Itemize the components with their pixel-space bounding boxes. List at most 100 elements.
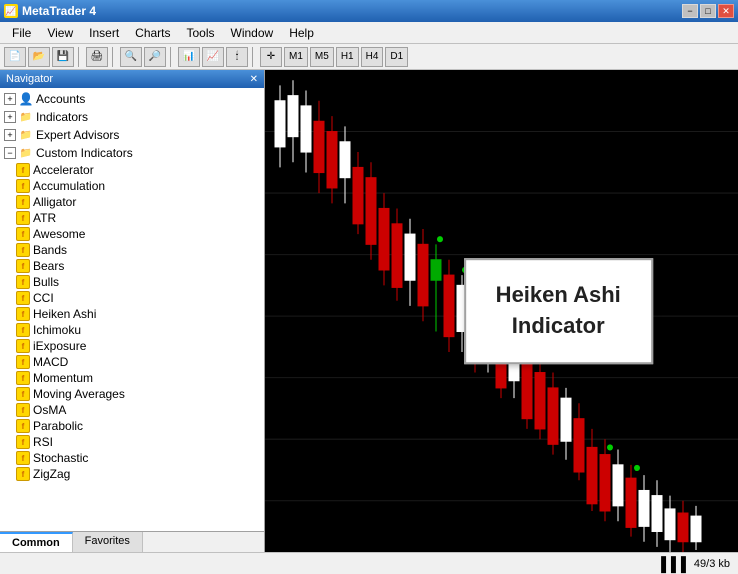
indicator-icon-accelerator: f xyxy=(16,163,30,177)
menu-view[interactable]: View xyxy=(39,24,81,42)
menu-window[interactable]: Window xyxy=(223,24,282,42)
expand-indicators[interactable]: + xyxy=(4,111,16,123)
tree-label-iexposure: iExposure xyxy=(33,339,86,353)
tree-item-macd[interactable]: f MACD xyxy=(0,354,264,370)
indicator-icon-accumulation: f xyxy=(16,179,30,193)
menu-charts[interactable]: Charts xyxy=(127,24,178,42)
tree-label-expert-advisors: Expert Advisors xyxy=(36,128,119,142)
menu-help[interactable]: Help xyxy=(281,24,322,42)
toolbar-candle[interactable]: 🕯 xyxy=(226,47,248,67)
navigator-close-button[interactable]: ✕ xyxy=(250,74,258,85)
tree-item-accelerator[interactable]: f Accelerator xyxy=(0,162,264,178)
indicator-icon-cci: f xyxy=(16,291,30,305)
toolbar-period-h1[interactable]: H1 xyxy=(336,47,359,67)
toolbar-save[interactable]: 💾 xyxy=(52,47,74,67)
indicator-icon-ichimoku: f xyxy=(16,323,30,337)
toolbar-sep2 xyxy=(112,47,116,67)
expand-expert-advisors[interactable]: + xyxy=(4,129,16,141)
tree-item-cci[interactable]: f CCI xyxy=(0,290,264,306)
toolbar-new[interactable]: 📄 xyxy=(4,47,26,67)
toolbar-zoom-in[interactable]: 🔍 xyxy=(120,47,142,67)
tree-label-rsi: RSI xyxy=(33,435,53,449)
tab-common[interactable]: Common xyxy=(0,532,73,552)
indicators-icon: 📁 xyxy=(18,109,34,125)
toolbar-crosshair[interactable]: ✛ xyxy=(260,47,282,67)
tree-item-zigzag[interactable]: f ZigZag xyxy=(0,466,264,482)
tree-item-alligator[interactable]: f Alligator xyxy=(0,194,264,210)
toolbar-zoom-out[interactable]: 🔎 xyxy=(144,47,166,67)
tree-item-stochastic[interactable]: f Stochastic xyxy=(0,450,264,466)
toolbar-chart-line[interactable]: 📈 xyxy=(202,47,224,67)
navigator-tree[interactable]: + 👤 Accounts + 📁 Indicators + 📁 Expert A… xyxy=(0,88,264,531)
indicator-icon-atr: f xyxy=(16,211,30,225)
navigator-tabs: Common Favorites xyxy=(0,531,264,552)
menu-tools[interactable]: Tools xyxy=(179,24,223,42)
tree-label-ichimoku: Ichimoku xyxy=(33,323,81,337)
maximize-button[interactable]: □ xyxy=(700,4,716,18)
status-info: 49/3 kb xyxy=(694,558,730,570)
tree-item-accumulation[interactable]: f Accumulation xyxy=(0,178,264,194)
tree-item-moving-averages[interactable]: f Moving Averages xyxy=(0,386,264,402)
tree-label-accelerator: Accelerator xyxy=(33,163,94,177)
tree-item-bands[interactable]: f Bands xyxy=(0,242,264,258)
toolbar-sep3 xyxy=(170,47,174,67)
expand-custom-indicators[interactable]: − xyxy=(4,147,16,159)
chart-label: Heiken Ashi Indicator xyxy=(464,258,653,364)
tree-item-osma[interactable]: f OsMA xyxy=(0,402,264,418)
navigator-title: Navigator xyxy=(6,73,53,85)
tree-item-iexposure[interactable]: f iExposure xyxy=(0,338,264,354)
app-title: MetaTrader 4 xyxy=(22,4,96,18)
tree-item-momentum[interactable]: f Momentum xyxy=(0,370,264,386)
toolbar-period-m5[interactable]: M5 xyxy=(310,47,334,67)
tree-item-accounts[interactable]: + 👤 Accounts xyxy=(0,90,264,108)
tree-item-bears[interactable]: f Bears xyxy=(0,258,264,274)
toolbar-period-m1[interactable]: M1 xyxy=(284,47,308,67)
tree-label-accumulation: Accumulation xyxy=(33,179,105,193)
tree-item-atr[interactable]: f ATR xyxy=(0,210,264,226)
title-bar: 📈 MetaTrader 4 − □ ✕ xyxy=(0,0,738,22)
indicator-icon-osma: f xyxy=(16,403,30,417)
menu-file[interactable]: File xyxy=(4,24,39,42)
status-chart-icon: ▐▐▐ xyxy=(656,556,686,572)
toolbar-period-h4[interactable]: H4 xyxy=(361,47,384,67)
tree-label-awesome: Awesome xyxy=(33,227,85,241)
toolbar-chart-bar[interactable]: 📊 xyxy=(178,47,200,67)
indicator-icon-stochastic: f xyxy=(16,451,30,465)
menu-insert[interactable]: Insert xyxy=(81,24,127,42)
tree-label-parabolic: Parabolic xyxy=(33,419,83,433)
tree-item-ichimoku[interactable]: f Ichimoku xyxy=(0,322,264,338)
tree-label-indicators: Indicators xyxy=(36,110,88,124)
title-bar-buttons: − □ ✕ xyxy=(682,4,734,18)
menu-bar: File View Insert Charts Tools Window Hel… xyxy=(0,22,738,44)
tree-item-bulls[interactable]: f Bulls xyxy=(0,274,264,290)
chart-label-line2: Indicator xyxy=(496,311,621,342)
tree-label-momentum: Momentum xyxy=(33,371,93,385)
tree-item-expert-advisors[interactable]: + 📁 Expert Advisors xyxy=(0,126,264,144)
toolbar-print[interactable]: 🖨 xyxy=(86,47,108,67)
indicator-icon-parabolic: f xyxy=(16,419,30,433)
tree-item-parabolic[interactable]: f Parabolic xyxy=(0,418,264,434)
main-area: Navigator ✕ + 👤 Accounts + 📁 Indicators … xyxy=(0,70,738,552)
toolbar-sep4 xyxy=(252,47,256,67)
chart-bars-icon: ▐▐▐ xyxy=(656,556,686,572)
tree-label-bands: Bands xyxy=(33,243,67,257)
chart-area[interactable]: Heiken Ashi Indicator xyxy=(265,70,738,552)
expand-accounts[interactable]: + xyxy=(4,93,16,105)
tree-label-bears: Bears xyxy=(33,259,64,273)
custom-indicators-icon: 📁 xyxy=(18,145,34,161)
chart-label-line1: Heiken Ashi xyxy=(496,280,621,311)
tree-item-rsi[interactable]: f RSI xyxy=(0,434,264,450)
toolbar-open[interactable]: 📂 xyxy=(28,47,50,67)
indicator-icon-rsi: f xyxy=(16,435,30,449)
minimize-button[interactable]: − xyxy=(682,4,698,18)
tree-item-indicators[interactable]: + 📁 Indicators xyxy=(0,108,264,126)
tree-item-awesome[interactable]: f Awesome xyxy=(0,226,264,242)
tree-item-custom-indicators[interactable]: − 📁 Custom Indicators xyxy=(0,144,264,162)
close-button[interactable]: ✕ xyxy=(718,4,734,18)
tree-label-cci: CCI xyxy=(33,291,54,305)
tree-label-macd: MACD xyxy=(33,355,68,369)
toolbar-period-d1[interactable]: D1 xyxy=(385,47,408,67)
indicator-icon-bands: f xyxy=(16,243,30,257)
tab-favorites[interactable]: Favorites xyxy=(73,532,143,552)
tree-item-heiken-ashi[interactable]: f Heiken Ashi xyxy=(0,306,264,322)
